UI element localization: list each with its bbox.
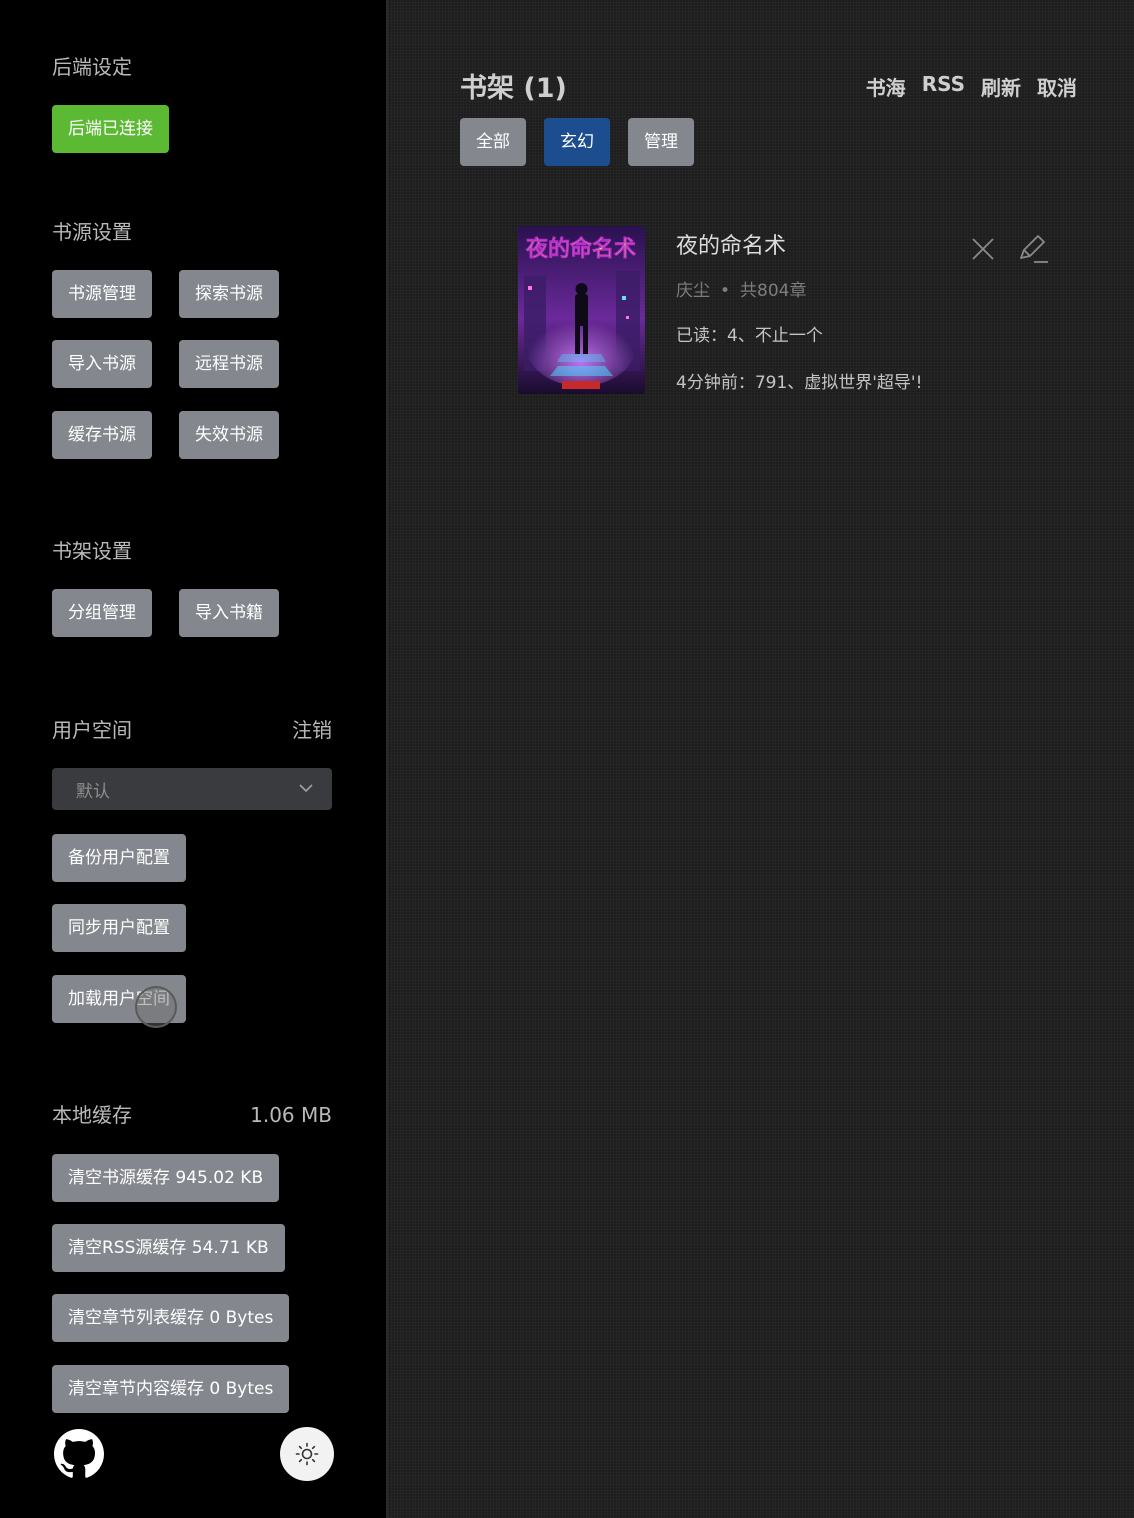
app: 后端设定 后端已连接 书源设置 书源管理 探索书源 导入书源 远程书源 缓存书源…	[0, 0, 1134, 1518]
book-chapter-count: 共804章	[740, 281, 807, 301]
book-item[interactable]: 夜的命名术 夜的命名术 庆尘 • 共804章 已读：4、不止一个 4分钟前：791、…	[518, 226, 1058, 396]
nav-rss[interactable]: RSS	[922, 72, 965, 101]
nav-refresh[interactable]: 刷新	[981, 72, 1021, 101]
nav-book-sea[interactable]: 书海	[866, 72, 906, 101]
clear-chapter-list-cache-button[interactable]: 清空章节列表缓存 0 Bytes	[52, 1294, 290, 1342]
remote-source-button[interactable]: 远程书源	[179, 340, 279, 388]
book-source-section-title: 书源设置	[52, 220, 132, 244]
local-cache-size: 1.06 MB	[250, 1103, 332, 1127]
group-manage-button[interactable]: 分组管理	[52, 589, 152, 637]
sun-icon	[295, 1442, 319, 1466]
cover-title-text: 夜的命名术	[525, 236, 636, 262]
import-books-button[interactable]: 导入书籍	[179, 589, 279, 637]
backend-connected-button[interactable]: 后端已连接	[52, 105, 169, 153]
chevron-down-icon	[299, 784, 313, 793]
backend-section-title: 后端设定	[52, 55, 132, 79]
page-title: 书架 (1)	[460, 73, 567, 104]
clear-chapter-content-cache-button[interactable]: 清空章节内容缓存 0 Bytes	[52, 1365, 290, 1413]
nav-cancel[interactable]: 取消	[1037, 72, 1077, 101]
book-meta: 庆尘 • 共804章	[676, 276, 806, 301]
theme-toggle-button[interactable]	[280, 1427, 334, 1481]
book-title: 夜的命名术	[676, 234, 787, 259]
user-space-section-title: 用户空间	[52, 718, 132, 742]
book-cover[interactable]: 夜的命名术	[518, 226, 645, 394]
main-content: 书架 (1) 书海 RSS 刷新 取消 全部 玄幻 管理 夜的命名术 夜的命名术…	[388, 0, 1134, 1518]
edit-icon[interactable]	[1016, 232, 1050, 266]
sync-user-config-button[interactable]: 同步用户配置	[52, 904, 186, 952]
user-space-select[interactable]: 默认	[52, 768, 332, 810]
clear-rss-cache-button[interactable]: 清空RSS源缓存 54.71 KB	[52, 1224, 285, 1272]
sidebar: 后端设定 后端已连接 书源设置 书源管理 探索书源 导入书源 远程书源 缓存书源…	[0, 0, 388, 1518]
tab-manage[interactable]: 管理	[628, 118, 694, 166]
tab-all[interactable]: 全部	[460, 118, 526, 166]
cache-source-button[interactable]: 缓存书源	[52, 411, 152, 459]
logout-link[interactable]: 注销	[292, 718, 332, 742]
user-space-select-value: 默认	[76, 782, 110, 802]
book-read-progress: 已读：4、不止一个	[676, 326, 823, 346]
book-source-manage-button[interactable]: 书源管理	[52, 270, 152, 318]
book-author: 庆尘	[676, 281, 710, 301]
local-cache-section-title: 本地缓存	[52, 1103, 132, 1127]
shelf-settings-section-title: 书架设置	[52, 539, 132, 563]
tab-fantasy[interactable]: 玄幻	[544, 118, 610, 166]
import-source-button[interactable]: 导入书源	[52, 340, 152, 388]
close-icon[interactable]	[970, 236, 996, 262]
meta-separator: •	[720, 281, 731, 301]
top-nav: 书海 RSS 刷新 取消	[866, 72, 1077, 101]
explore-source-button[interactable]: 探索书源	[179, 270, 279, 318]
clear-source-cache-button[interactable]: 清空书源缓存 945.02 KB	[52, 1154, 280, 1202]
book-latest-chapter: 4分钟前：791、虚拟世界'超导'!	[676, 373, 923, 393]
invalid-source-button[interactable]: 失效书源	[179, 411, 279, 459]
backup-user-config-button[interactable]: 备份用户配置	[52, 834, 186, 882]
github-icon[interactable]	[54, 1429, 104, 1479]
loading-spinner	[135, 986, 177, 1028]
